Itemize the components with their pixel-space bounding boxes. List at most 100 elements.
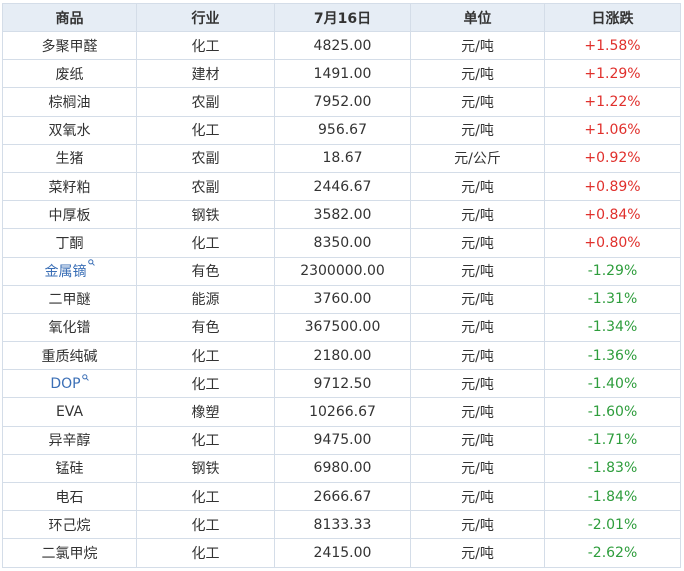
change-cell: -1.84% xyxy=(544,481,681,512)
commodity-name: 丁酮 xyxy=(55,235,84,252)
price-cell: 2180.00 xyxy=(274,341,411,371)
commodity-name: 菜籽粕 xyxy=(48,179,91,196)
column-header-date: 7月16日 xyxy=(274,3,411,32)
table-row: 环己烷 化工 8133.33 元/吨 -2.01% xyxy=(2,510,681,540)
commodity-name: 锰硅 xyxy=(55,461,84,478)
industry-cell: 化工 xyxy=(136,481,275,512)
commodity-cell: 丁酮 xyxy=(2,228,137,258)
change-cell: +1.06% xyxy=(544,115,681,145)
unit-cell: 元/吨 xyxy=(410,397,545,427)
column-header-unit: 单位 xyxy=(410,3,545,32)
change-cell: +0.84% xyxy=(544,200,681,230)
industry-cell: 钢铁 xyxy=(136,453,275,484)
table-row: 金属镝 有色 2300000.00 元/吨 -1.29% xyxy=(2,256,681,286)
change-cell: +0.92% xyxy=(544,143,681,173)
commodity-cell: 多聚甲醛 xyxy=(2,30,137,61)
change-cell: -1.34% xyxy=(544,312,681,343)
table-row: 异辛醇 化工 9475.00 元/吨 -1.71% xyxy=(2,425,681,455)
commodity-cell: 异辛醇 xyxy=(2,425,137,455)
unit-cell: 元/公斤 xyxy=(410,143,545,173)
unit-cell: 元/吨 xyxy=(410,284,545,314)
commodity-name: 重质纯碱 xyxy=(41,348,98,365)
price-cell: 367500.00 xyxy=(274,312,411,343)
table-row: 中厚板 钢铁 3582.00 元/吨 +0.84% xyxy=(2,200,681,230)
commodity-cell: 废纸 xyxy=(2,59,137,89)
industry-cell: 化工 xyxy=(136,115,275,145)
industry-cell: 农副 xyxy=(136,143,275,173)
price-cell: 7952.00 xyxy=(274,87,411,117)
industry-cell: 建材 xyxy=(136,59,275,89)
change-cell: +1.29% xyxy=(544,59,681,89)
industry-cell: 能源 xyxy=(136,284,275,314)
table-row: 氧化镨 有色 367500.00 元/吨 -1.34% xyxy=(2,312,681,343)
table-row: 锰硅 钢铁 6980.00 元/吨 -1.83% xyxy=(2,453,681,484)
commodity-name: 电石 xyxy=(55,489,84,506)
unit-cell: 元/吨 xyxy=(410,115,545,145)
change-cell: +1.58% xyxy=(544,30,681,61)
table-row: 电石 化工 2666.67 元/吨 -1.84% xyxy=(2,481,681,512)
commodity-cell[interactable]: DOP xyxy=(2,369,137,399)
search-icon[interactable] xyxy=(87,259,95,269)
change-cell: -2.62% xyxy=(544,538,681,568)
price-cell: 956.67 xyxy=(274,115,411,145)
column-header-daily-change: 日涨跌 xyxy=(544,3,681,32)
unit-cell: 元/吨 xyxy=(410,59,545,89)
price-cell: 9712.50 xyxy=(274,369,411,399)
table-row: 多聚甲醛 化工 4825.00 元/吨 +1.58% xyxy=(2,30,681,61)
price-cell: 3582.00 xyxy=(274,200,411,230)
table-row: 重质纯碱 化工 2180.00 元/吨 -1.36% xyxy=(2,341,681,371)
price-cell: 8350.00 xyxy=(274,228,411,258)
unit-cell: 元/吨 xyxy=(410,256,545,286)
commodity-name: 多聚甲醛 xyxy=(41,38,98,55)
unit-cell: 元/吨 xyxy=(410,510,545,540)
price-cell: 10266.67 xyxy=(274,397,411,427)
price-cell: 6980.00 xyxy=(274,453,411,484)
industry-cell: 化工 xyxy=(136,30,275,61)
unit-cell: 元/吨 xyxy=(410,425,545,455)
table-row: 二氯甲烷 化工 2415.00 元/吨 -2.62% xyxy=(2,538,681,568)
table-row: 废纸 建材 1491.00 元/吨 +1.29% xyxy=(2,59,681,89)
industry-cell: 化工 xyxy=(136,369,275,399)
price-cell: 18.67 xyxy=(274,143,411,173)
price-cell: 4825.00 xyxy=(274,30,411,61)
commodity-name: 二甲醚 xyxy=(48,292,91,309)
unit-cell: 元/吨 xyxy=(410,312,545,343)
commodity-cell: 环己烷 xyxy=(2,510,137,540)
change-cell: +0.89% xyxy=(544,171,681,202)
commodity-cell: 重质纯碱 xyxy=(2,341,137,371)
table-header-row: 商品 行业 7月16日 单位 日涨跌 xyxy=(2,3,681,32)
unit-cell: 元/吨 xyxy=(410,481,545,512)
commodity-name: 双氧水 xyxy=(48,123,91,140)
industry-cell: 农副 xyxy=(136,87,275,117)
industry-cell: 农副 xyxy=(136,171,275,202)
industry-cell: 化工 xyxy=(136,538,275,568)
unit-cell: 元/吨 xyxy=(410,171,545,202)
price-cell: 2415.00 xyxy=(274,538,411,568)
industry-cell: 化工 xyxy=(136,341,275,371)
unit-cell: 元/吨 xyxy=(410,369,545,399)
price-cell: 1491.00 xyxy=(274,59,411,89)
table-row: 双氧水 化工 956.67 元/吨 +1.06% xyxy=(2,115,681,145)
commodity-link[interactable]: DOP xyxy=(50,376,80,392)
commodity-name: 二氯甲烷 xyxy=(41,545,98,562)
table-row: 生猪 农副 18.67 元/公斤 +0.92% xyxy=(2,143,681,173)
change-cell: -2.01% xyxy=(544,510,681,540)
change-cell: -1.31% xyxy=(544,284,681,314)
unit-cell: 元/吨 xyxy=(410,30,545,61)
commodity-cell: 二氯甲烷 xyxy=(2,538,137,568)
commodity-name: 废纸 xyxy=(55,66,84,83)
column-header-industry: 行业 xyxy=(136,3,275,32)
commodity-name: 中厚板 xyxy=(48,207,91,224)
commodity-link[interactable]: 金属镝 xyxy=(45,264,87,280)
table-body: 多聚甲醛 化工 4825.00 元/吨 +1.58% 废纸 建材 1491.00 元/吨 +1.2… xyxy=(2,30,681,568)
commodity-cell[interactable]: 金属镝 xyxy=(2,256,137,286)
commodity-cell: 菜籽粕 xyxy=(2,171,137,202)
commodity-cell: 二甲醚 xyxy=(2,284,137,314)
change-cell: -1.40% xyxy=(544,369,681,399)
commodity-name: 棕榈油 xyxy=(48,94,91,111)
price-cell: 2446.67 xyxy=(274,171,411,202)
search-icon[interactable] xyxy=(81,374,89,384)
change-cell: +0.80% xyxy=(544,228,681,258)
commodity-cell: 氧化镨 xyxy=(2,312,137,343)
unit-cell: 元/吨 xyxy=(410,228,545,258)
